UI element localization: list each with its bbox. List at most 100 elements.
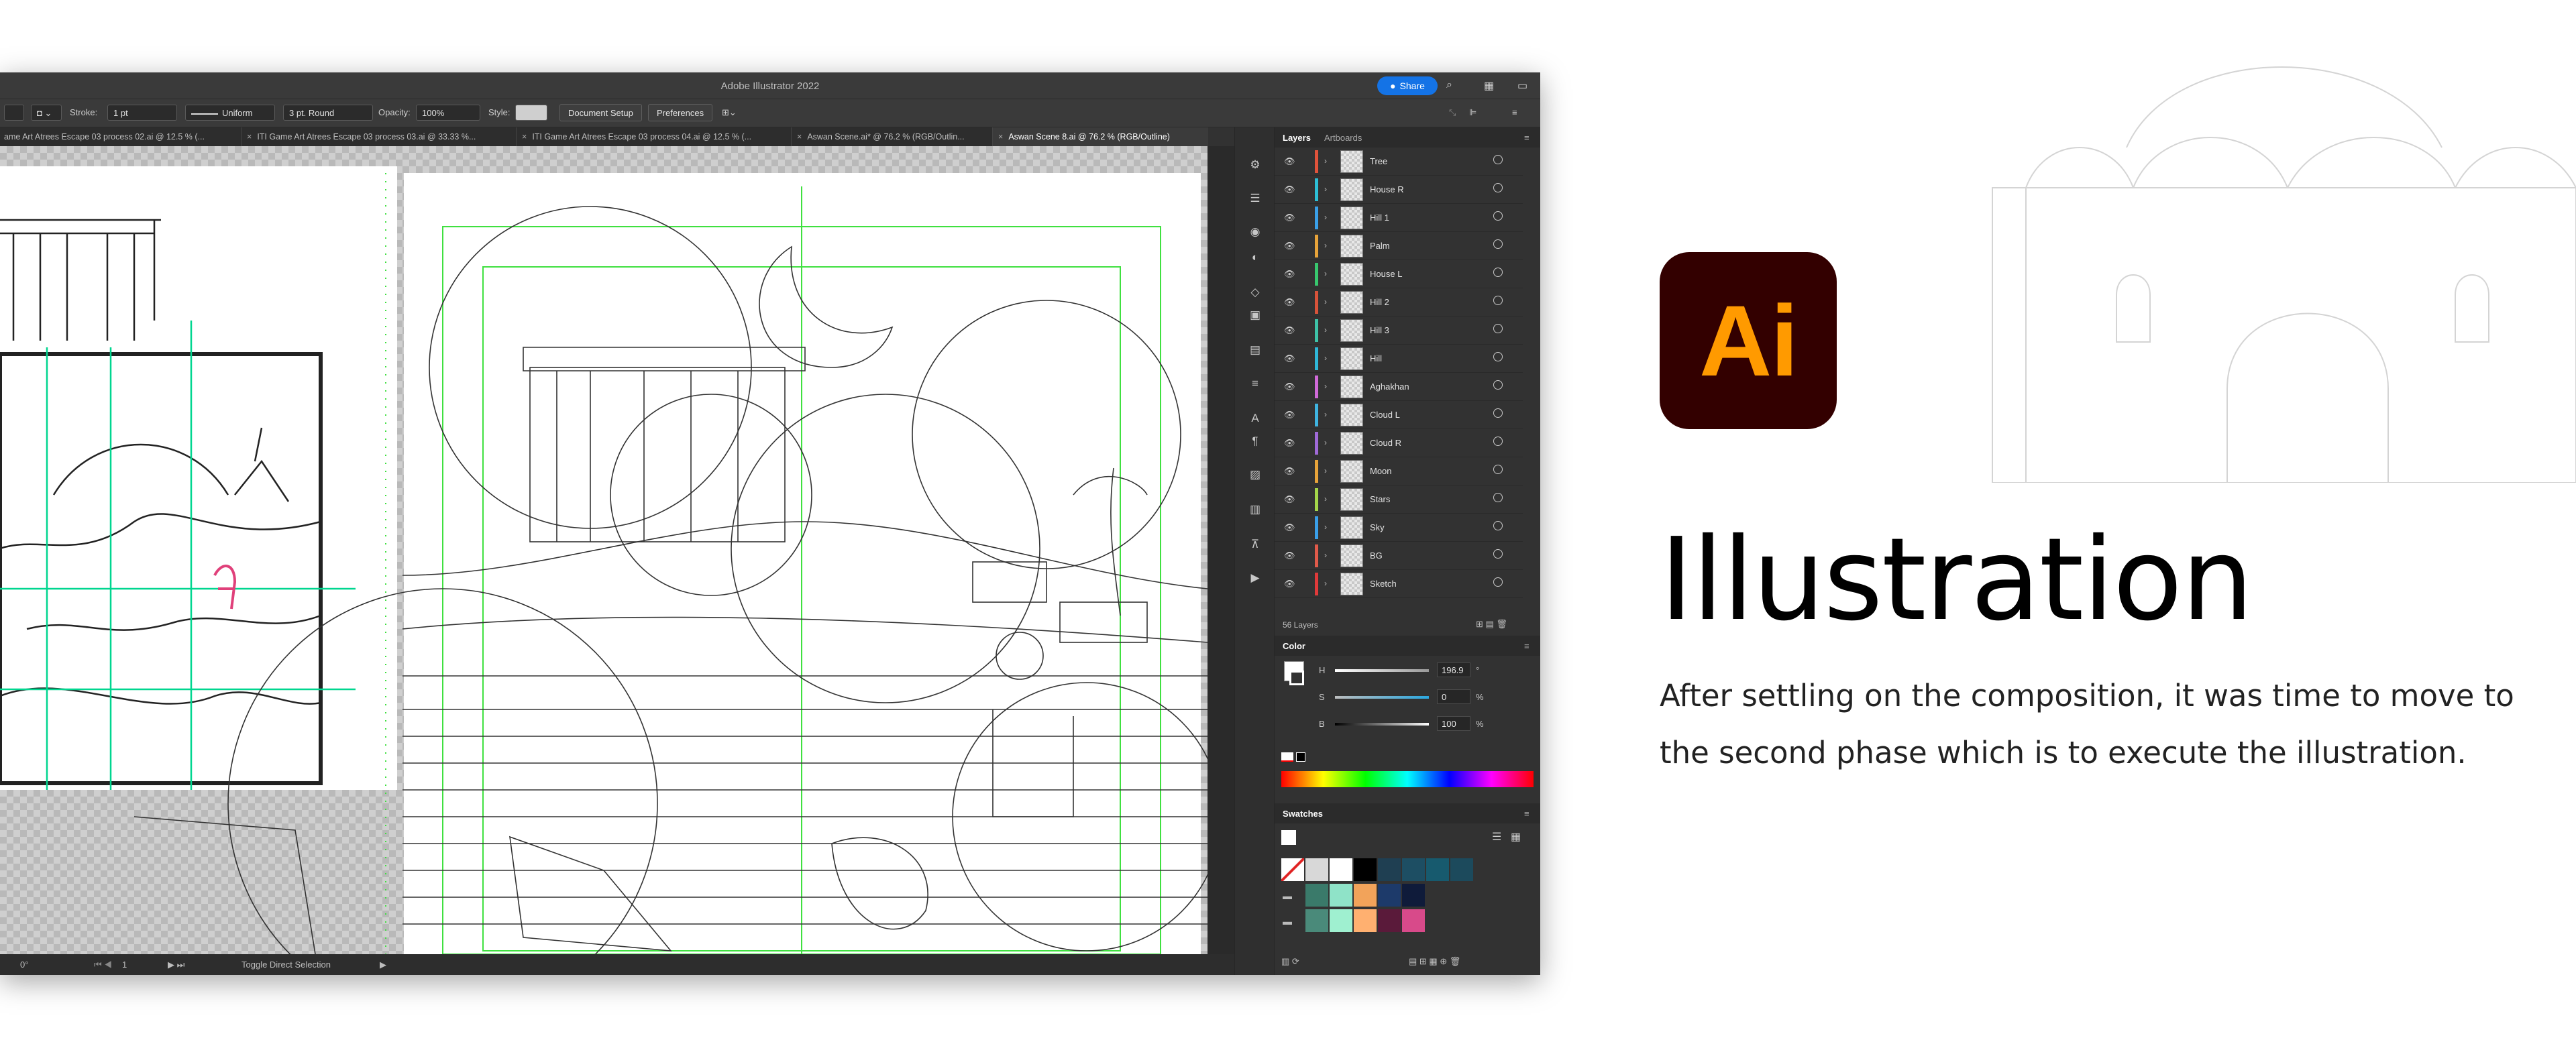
layer-row[interactable]: 👁 › Hill 2 <box>1275 288 1523 316</box>
hue-slider[interactable] <box>1335 669 1429 672</box>
menu-icon[interactable]: ≡ <box>1512 107 1517 117</box>
tab-artboards[interactable]: Artboards <box>1324 133 1362 143</box>
expand-chevron-icon[interactable]: › <box>1324 184 1327 194</box>
layer-target-icon[interactable] <box>1493 296 1503 305</box>
color-swatch[interactable] <box>1378 858 1401 881</box>
color-swatch[interactable] <box>1450 858 1473 881</box>
expand-chevron-icon[interactable]: › <box>1324 579 1327 588</box>
color-swatch[interactable] <box>1354 884 1377 907</box>
layer-row[interactable]: 👁 › Sketch <box>1275 570 1523 598</box>
layer-target-icon[interactable] <box>1493 211 1503 221</box>
expand-chevron-icon[interactable]: › <box>1324 522 1327 532</box>
color-swatch[interactable] <box>1354 858 1377 881</box>
fill-swatch[interactable] <box>4 105 24 121</box>
arrange-icon[interactable]: ⊞⌄ <box>722 107 737 118</box>
expand-chevron-icon[interactable]: › <box>1324 410 1327 419</box>
color-swatch[interactable] <box>1305 909 1328 932</box>
rotation-value[interactable]: 0° <box>20 960 28 970</box>
layer-row[interactable]: 👁 › Cloud R <box>1275 429 1523 457</box>
layer-row[interactable]: 👁 › Hill <box>1275 345 1523 373</box>
layer-target-icon[interactable] <box>1493 239 1503 249</box>
artboard-number[interactable]: 1 <box>122 960 127 970</box>
transform-icon[interactable]: ⤡ <box>1449 107 1456 118</box>
status-arrow-icon[interactable]: ▶ <box>380 960 386 970</box>
layer-target-icon[interactable] <box>1493 268 1503 277</box>
vertical-scrollbar[interactable] <box>1208 146 1234 954</box>
paragraph-icon[interactable]: ¶ <box>1247 435 1263 449</box>
layer-target-icon[interactable] <box>1493 493 1503 502</box>
brush-definition[interactable]: 3 pt. Round <box>283 105 373 121</box>
color-swatch[interactable] <box>1402 909 1425 932</box>
visibility-eye-icon[interactable]: 👁 <box>1284 466 1295 477</box>
layer-row[interactable]: 👁 › House L <box>1275 260 1523 288</box>
layer-target-icon[interactable] <box>1493 549 1503 559</box>
panel-menu-icon[interactable]: ≡ <box>1524 641 1529 651</box>
color-swatch[interactable] <box>1354 909 1377 932</box>
expand-chevron-icon[interactable]: › <box>1324 156 1327 166</box>
layer-row[interactable]: 👁 › Hill 1 <box>1275 204 1523 232</box>
layer-target-icon[interactable] <box>1493 183 1503 192</box>
panel-menu-icon[interactable]: ≡ <box>1524 133 1529 143</box>
close-icon[interactable]: × <box>797 132 802 141</box>
swatch-actions[interactable]: ▤ ⊞ ▦ ⊕ 🗑 <box>1409 956 1460 967</box>
saturation-slider[interactable] <box>1335 696 1429 699</box>
libraries-icon[interactable]: ☰ <box>1247 192 1263 207</box>
close-icon[interactable]: × <box>522 132 527 141</box>
visibility-eye-icon[interactable]: 👁 <box>1284 522 1295 533</box>
layer-target-icon[interactable] <box>1493 577 1503 587</box>
saturation-value[interactable]: 0 <box>1437 689 1470 704</box>
share-button[interactable]: ● Share <box>1377 76 1438 95</box>
visibility-eye-icon[interactable]: 👁 <box>1284 269 1295 280</box>
tab-document-4[interactable]: × Aswan Scene.ai* @ 76.2 % (RGB/Outlin... <box>792 127 993 146</box>
brightness-slider[interactable] <box>1335 723 1429 726</box>
swatch-folder-icon[interactable]: ▬ <box>1283 916 1292 927</box>
color-swatch[interactable] <box>1426 858 1449 881</box>
expand-chevron-icon[interactable]: › <box>1324 241 1327 250</box>
visibility-eye-icon[interactable]: 👁 <box>1284 184 1295 195</box>
artboard-nav-icon[interactable]: ⏮ ◀ <box>94 960 112 970</box>
color-swatch[interactable] <box>1330 909 1352 932</box>
color-spectrum[interactable] <box>1281 771 1534 787</box>
preferences-button[interactable]: Preferences <box>648 104 713 121</box>
layer-row[interactable]: 👁 › Palm <box>1275 232 1523 260</box>
stroke-weight-field[interactable]: 1 pt <box>107 105 177 121</box>
list-view-icon[interactable]: ☰ <box>1492 830 1501 844</box>
color-swatch[interactable] <box>1305 858 1328 881</box>
color-swatch[interactable] <box>1281 858 1304 881</box>
color-icon[interactable]: ◐ <box>1247 251 1263 266</box>
layer-row[interactable]: 👁 › Cloud L <box>1275 401 1523 429</box>
expand-chevron-icon[interactable]: › <box>1324 382 1327 391</box>
expand-chevron-icon[interactable]: › <box>1324 466 1327 475</box>
expand-chevron-icon[interactable]: › <box>1324 213 1327 222</box>
visibility-eye-icon[interactable]: 👁 <box>1284 213 1295 223</box>
search-icon[interactable]: ⌕ <box>1446 79 1452 91</box>
appearance-icon[interactable]: ◉ <box>1247 225 1263 240</box>
hue-value[interactable]: 196.9 <box>1437 662 1470 677</box>
layer-target-icon[interactable] <box>1493 155 1503 164</box>
visibility-eye-icon[interactable]: 👁 <box>1284 438 1295 449</box>
visibility-eye-icon[interactable]: 👁 <box>1284 241 1295 251</box>
visibility-eye-icon[interactable]: 👁 <box>1284 410 1295 420</box>
artboard-next-icon[interactable]: ▶ ⏭ <box>168 960 184 970</box>
expand-chevron-icon[interactable]: › <box>1324 494 1327 504</box>
layer-row[interactable]: 👁 › House R <box>1275 176 1523 204</box>
expand-chevron-icon[interactable]: › <box>1324 297 1327 306</box>
grid-view-icon[interactable]: ▦ <box>1511 830 1521 844</box>
tab-document-active[interactable]: × Aswan Scene 8.ai @ 76.2 % (RGB/Outline) <box>993 127 1208 146</box>
layer-row[interactable]: 👁 › Aghakhan <box>1275 373 1523 401</box>
color-swatch[interactable] <box>1402 884 1425 907</box>
image-icon[interactable]: ▣ <box>1247 308 1263 323</box>
expand-chevron-icon[interactable]: › <box>1324 325 1327 335</box>
visibility-eye-icon[interactable]: 👁 <box>1284 494 1295 505</box>
color-swatch[interactable] <box>1402 858 1425 881</box>
color-swatch[interactable] <box>1378 909 1401 932</box>
layer-target-icon[interactable] <box>1493 380 1503 390</box>
actions-icon[interactable]: ▶ <box>1247 571 1263 586</box>
tab-document-1[interactable]: ame Art Atrees Escape 03 process 02.ai @… <box>0 127 241 146</box>
tab-document-2[interactable]: × ITI Game Art Atrees Escape 03 process 0… <box>241 127 517 146</box>
workspace-icon[interactable]: ▦ <box>1484 79 1494 93</box>
color-swatch[interactable] <box>1305 884 1328 907</box>
style-swatch[interactable] <box>515 105 547 121</box>
visibility-eye-icon[interactable]: 👁 <box>1284 551 1295 561</box>
close-icon[interactable]: × <box>247 132 252 141</box>
